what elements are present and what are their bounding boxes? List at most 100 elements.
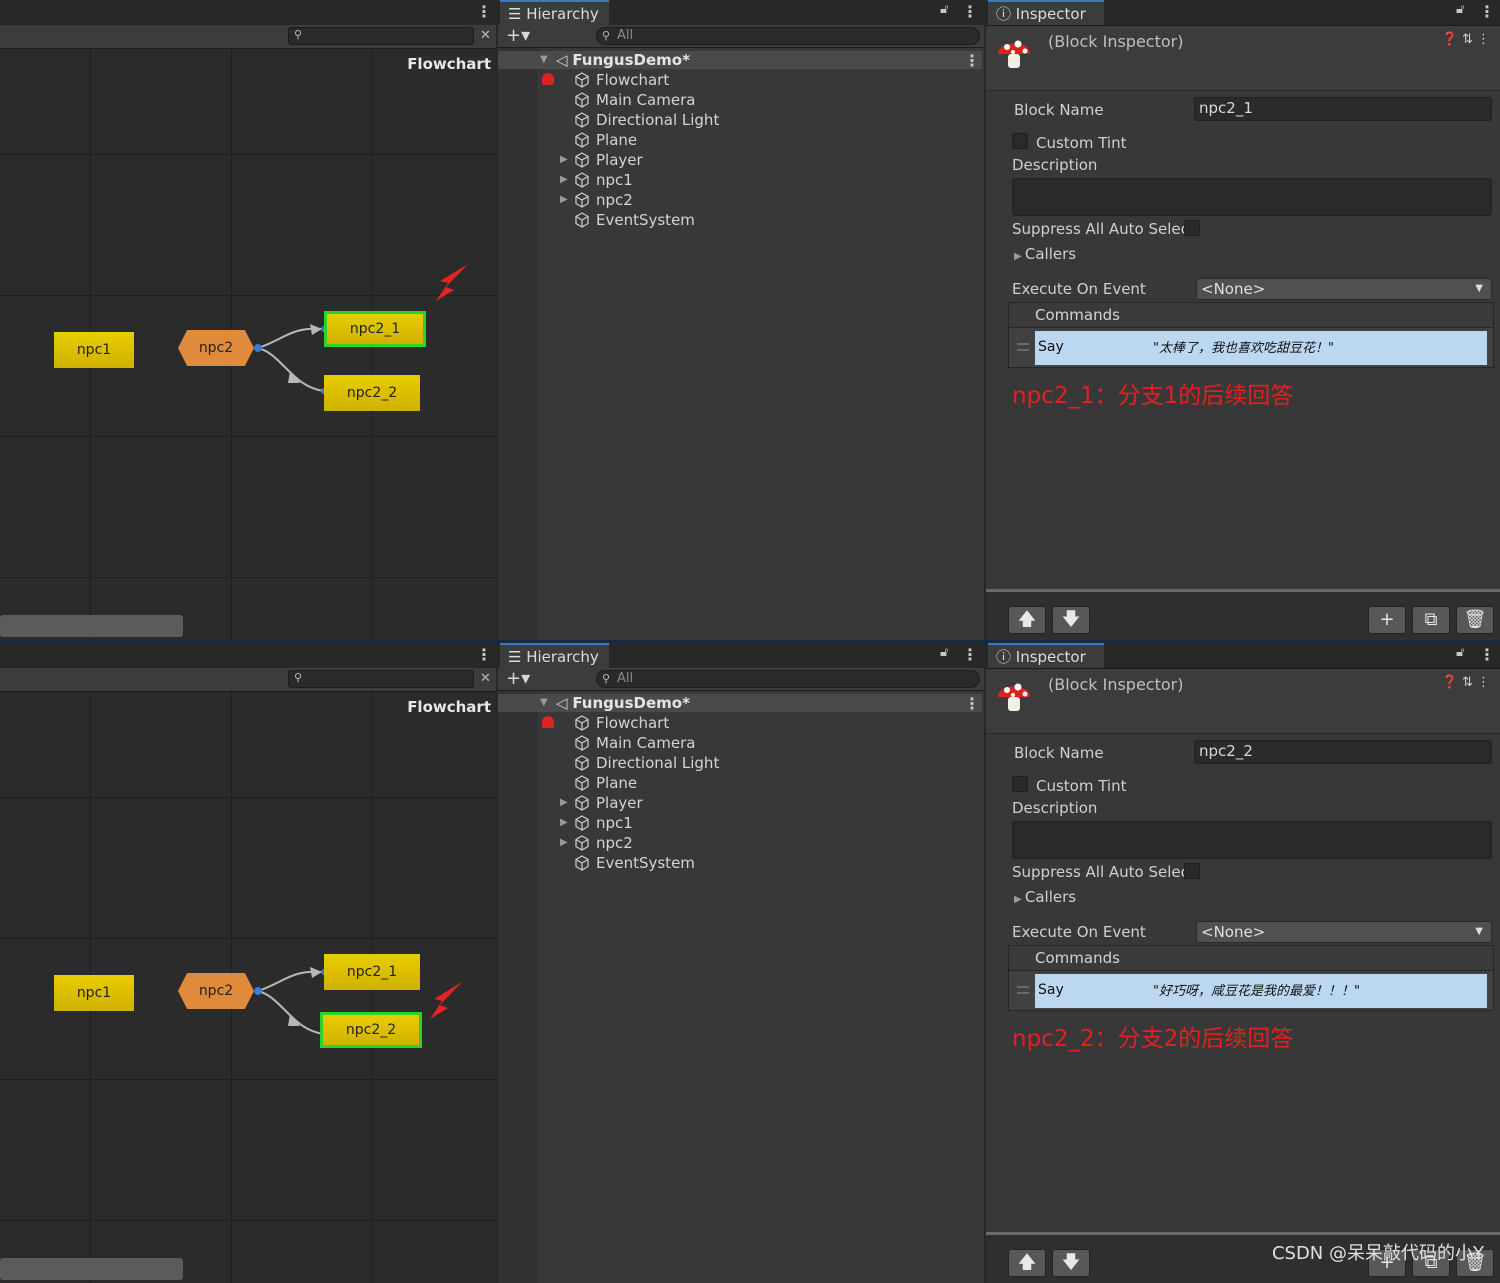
- close-icon[interactable]: ✕: [480, 671, 491, 686]
- help-icon[interactable]: ❓: [1442, 32, 1462, 47]
- gameobject-cube-icon: [575, 112, 589, 128]
- horizontal-scrollbar[interactable]: [0, 615, 183, 637]
- node-npc1[interactable]: npc1: [54, 332, 134, 368]
- suppress-checkbox[interactable]: [1184, 863, 1200, 879]
- kebab-menu-icon[interactable]: ⋮: [962, 645, 978, 664]
- custom-tint-checkbox[interactable]: [1012, 776, 1028, 792]
- hierarchy-search-input[interactable]: ⚲ All: [596, 670, 980, 688]
- execute-on-event-dropdown[interactable]: <None> ▼: [1196, 921, 1492, 943]
- expand-arrow-icon[interactable]: ▶: [560, 154, 568, 165]
- gameobject-cube-icon: [575, 735, 589, 751]
- help-icon[interactable]: ❓: [1442, 675, 1462, 690]
- expand-arrow-icon[interactable]: ▶: [560, 174, 568, 185]
- description-field[interactable]: [1012, 821, 1492, 859]
- node-npc2[interactable]: npc2: [178, 973, 254, 1009]
- hierarchy-item[interactable]: EventSystem: [574, 210, 695, 230]
- hierarchy-item[interactable]: Main Camera: [574, 90, 695, 110]
- tab-hierarchy[interactable]: ☰ Hierarchy: [500, 643, 609, 668]
- lock-icon[interactable]: 🔓︎: [940, 2, 948, 17]
- node-npc2-2[interactable]: npc2_2: [324, 375, 420, 411]
- custom-tint-label: Custom Tint: [1036, 777, 1127, 795]
- hierarchy-item[interactable]: Main Camera: [574, 733, 695, 753]
- expand-arrow-icon[interactable]: ▼: [540, 54, 548, 65]
- hierarchy-tabbar: ☰ Hierarchy 🔓︎ ⋮: [498, 643, 984, 669]
- description-label: Description: [1012, 799, 1098, 817]
- duplicate-command-button[interactable]: ⧉: [1412, 606, 1450, 634]
- hierarchy-item[interactable]: Flowchart: [574, 713, 669, 733]
- horizontal-scrollbar[interactable]: [0, 1258, 183, 1280]
- move-up-button[interactable]: 🡅︎: [1008, 606, 1046, 634]
- flowchart-canvas[interactable]: Flowchart npc1 npc2 npc2_1 npc2_2: [0, 692, 496, 1283]
- callers-foldout[interactable]: ▶ Callers: [1014, 245, 1076, 263]
- node-npc1[interactable]: npc1: [54, 975, 134, 1011]
- tab-hierarchy[interactable]: ☰ Hierarchy: [500, 0, 609, 25]
- kebab-menu-icon[interactable]: ⋮: [476, 2, 492, 21]
- lock-icon[interactable]: 🔓︎: [1456, 2, 1464, 17]
- hierarchy-item[interactable]: Directional Light: [574, 753, 719, 773]
- hierarchy-item[interactable]: Plane: [574, 130, 637, 150]
- lock-icon[interactable]: 🔓︎: [1456, 645, 1464, 660]
- expand-arrow-icon[interactable]: ▶: [560, 194, 568, 205]
- scene-kebab-icon[interactable]: ⋮: [964, 694, 980, 713]
- scene-item[interactable]: ◁ FungusDemo*: [556, 693, 690, 713]
- block-name-field[interactable]: npc2_1: [1194, 97, 1492, 121]
- kebab-menu-icon[interactable]: ⋮: [1479, 645, 1495, 664]
- kebab-menu-icon[interactable]: ⋮: [1477, 32, 1494, 47]
- kebab-menu-icon[interactable]: ⋮: [1477, 675, 1494, 690]
- hierarchy-item[interactable]: Player: [574, 150, 643, 170]
- hierarchy-toolbar: +▾ ⚲ All: [498, 25, 984, 48]
- move-down-button[interactable]: 🡇︎: [1052, 606, 1090, 634]
- execute-on-event-dropdown[interactable]: <None> ▼: [1196, 278, 1492, 300]
- hierarchy-item[interactable]: npc1: [574, 170, 633, 190]
- scene-kebab-icon[interactable]: ⋮: [964, 51, 980, 70]
- hierarchy-gutter: [498, 48, 538, 640]
- preset-icon[interactable]: ⇅: [1462, 675, 1477, 690]
- annotation-text: npc2_2：分支2的后续回答: [1012, 1026, 1294, 1052]
- command-row-say[interactable]: Say "好巧呀，咸豆花是我的最爱！！！": [1035, 974, 1487, 1008]
- scene-item[interactable]: ◁ FungusDemo*: [556, 50, 690, 70]
- add-icon[interactable]: +▾: [506, 25, 530, 47]
- hierarchy-item[interactable]: Flowchart: [574, 70, 669, 90]
- flowchart-search-input[interactable]: ⚲: [288, 670, 474, 688]
- kebab-menu-icon[interactable]: ⋮: [962, 2, 978, 21]
- hierarchy-item[interactable]: npc1: [574, 813, 633, 833]
- custom-tint-checkbox[interactable]: [1012, 133, 1028, 149]
- hierarchy-item[interactable]: Plane: [574, 773, 637, 793]
- hierarchy-search-input[interactable]: ⚲ All: [596, 27, 980, 45]
- close-icon[interactable]: ✕: [480, 28, 491, 43]
- delete-command-button[interactable]: 🗑︎: [1456, 606, 1494, 634]
- command-row-say[interactable]: Say "太棒了，我也喜欢吃甜豆花！": [1035, 331, 1487, 365]
- hierarchy-item[interactable]: EventSystem: [574, 853, 695, 873]
- kebab-menu-icon[interactable]: ⋮: [476, 645, 492, 664]
- drag-handle-icon[interactable]: [1017, 986, 1029, 994]
- kebab-menu-icon[interactable]: ⋮: [1479, 2, 1495, 21]
- gameobject-cube-icon: [575, 92, 589, 108]
- tab-inspector[interactable]: ⓘ Inspector: [988, 0, 1104, 25]
- tab-inspector[interactable]: ⓘ Inspector: [988, 643, 1104, 668]
- node-npc2-2[interactable]: npc2_2: [320, 1012, 422, 1048]
- add-command-button[interactable]: +: [1368, 606, 1406, 634]
- flowchart-search-input[interactable]: ⚲: [288, 27, 474, 45]
- description-field[interactable]: [1012, 178, 1492, 216]
- preset-icon[interactable]: ⇅: [1462, 32, 1477, 47]
- expand-arrow-icon[interactable]: ▶: [560, 837, 568, 848]
- expand-arrow-icon[interactable]: ▶: [560, 817, 568, 828]
- expand-arrow-icon[interactable]: ▼: [540, 697, 548, 708]
- commands-list: Commands Say "好巧呀，咸豆花是我的最爱！！！": [1008, 945, 1494, 1011]
- hierarchy-item[interactable]: npc2: [574, 190, 633, 210]
- suppress-checkbox[interactable]: [1184, 220, 1200, 236]
- lock-icon[interactable]: 🔓︎: [940, 645, 948, 660]
- flowchart-canvas[interactable]: Flowchart npc1 npc2 npc2_1 npc2_2: [0, 49, 496, 640]
- drag-handle-icon[interactable]: [1017, 343, 1029, 351]
- block-name-field[interactable]: npc2_2: [1194, 740, 1492, 764]
- node-npc2[interactable]: npc2: [178, 330, 254, 366]
- inspector-title: (Block Inspector): [1048, 32, 1184, 51]
- hierarchy-item[interactable]: npc2: [574, 833, 633, 853]
- add-icon[interactable]: +▾: [506, 668, 530, 690]
- hierarchy-item[interactable]: Player: [574, 793, 643, 813]
- expand-arrow-icon[interactable]: ▶: [560, 797, 568, 808]
- node-npc2-1[interactable]: npc2_1: [324, 954, 420, 990]
- callers-foldout[interactable]: ▶ Callers: [1014, 888, 1076, 906]
- node-npc2-1[interactable]: npc2_1: [324, 311, 426, 347]
- hierarchy-item[interactable]: Directional Light: [574, 110, 719, 130]
